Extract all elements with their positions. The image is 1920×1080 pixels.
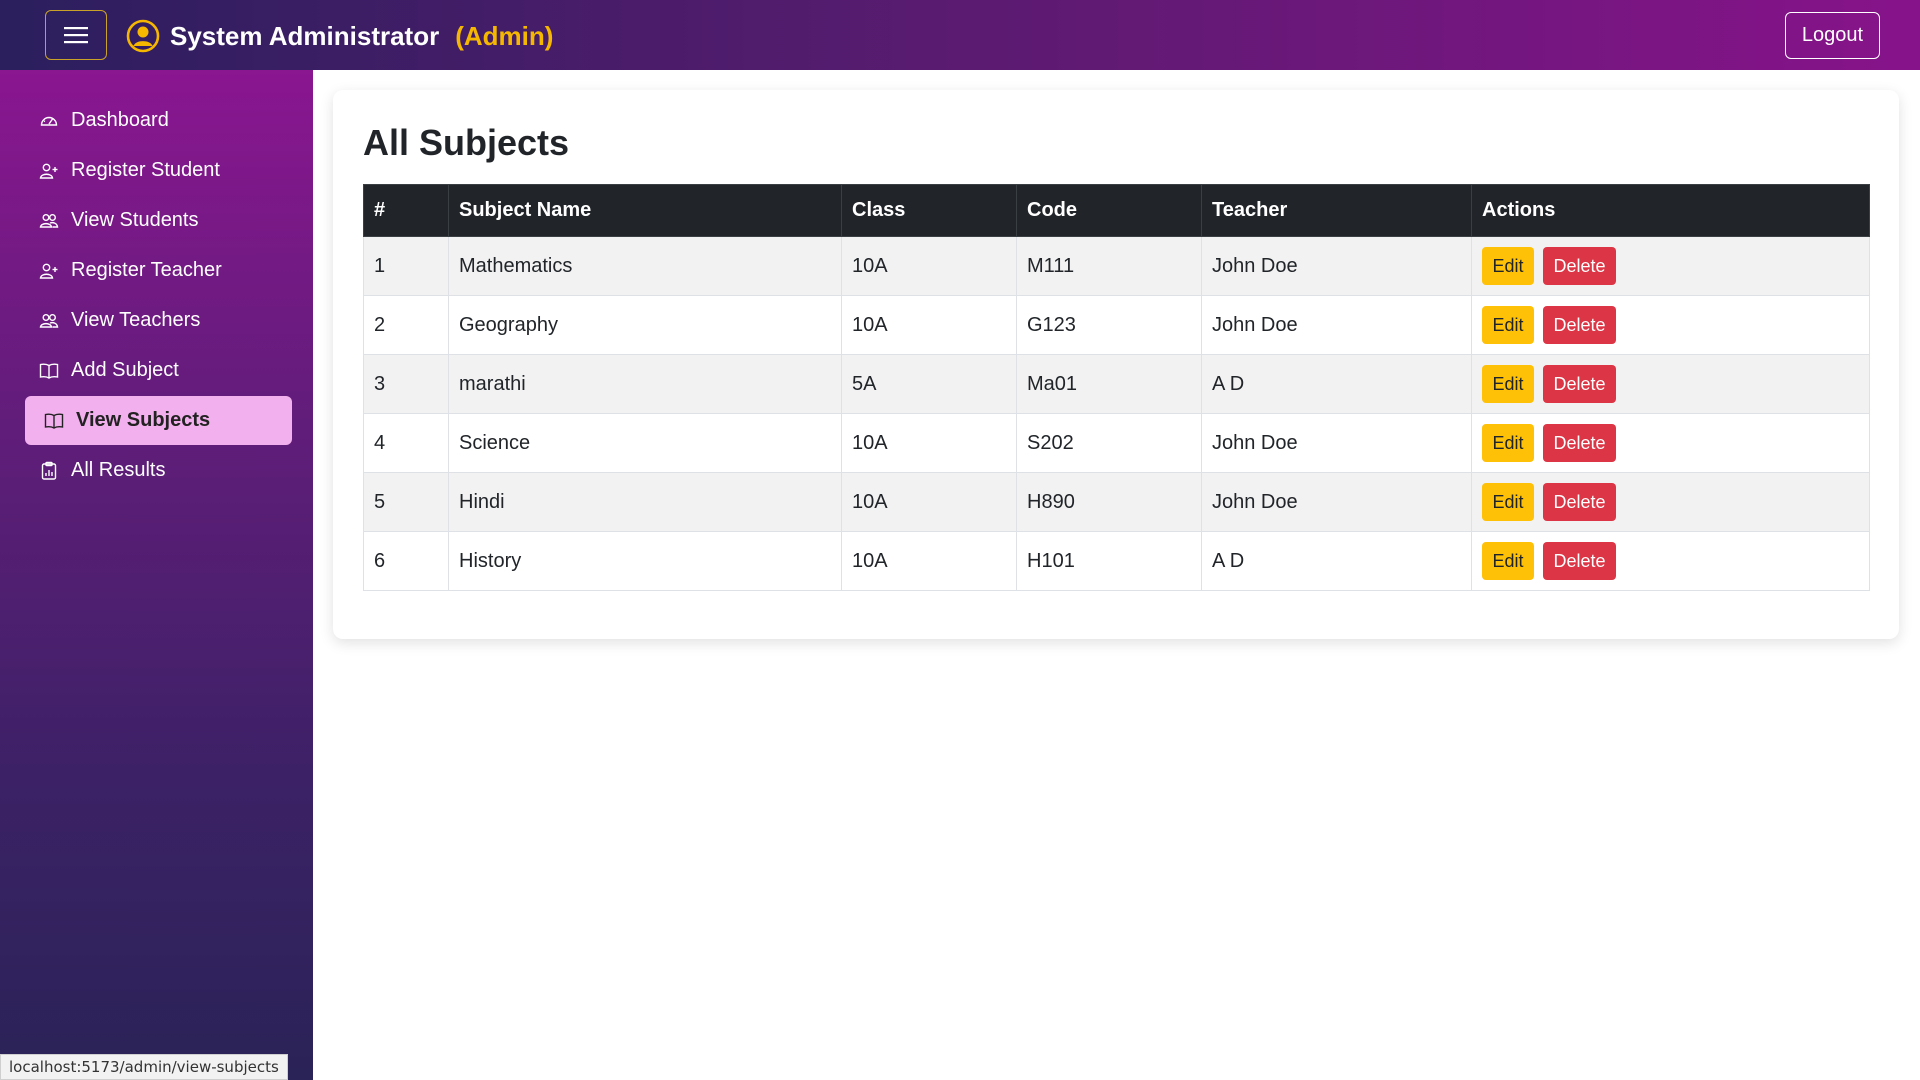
- cell-actions: Edit Delete: [1471, 531, 1870, 591]
- table-row: 5 Hindi 10A H890 John Doe Edit Delete: [363, 472, 1870, 532]
- cell-actions: Edit Delete: [1471, 354, 1870, 414]
- delete-button[interactable]: Delete: [1543, 365, 1616, 403]
- cell-class: 10A: [841, 236, 1017, 296]
- cell-actions: Edit Delete: [1471, 413, 1870, 473]
- table-row: 3 marathi 5A Ma01 A D Edit Delete: [363, 354, 1870, 414]
- edit-button[interactable]: Edit: [1482, 306, 1534, 344]
- cell-class: 10A: [841, 472, 1017, 532]
- cell-teacher: John Doe: [1201, 236, 1472, 296]
- table-row: 2 Geography 10A G123 John Doe Edit Delete: [363, 295, 1870, 355]
- cell-code: H101: [1016, 531, 1202, 591]
- sidebar-item-label: Register Teacher: [71, 259, 222, 281]
- sidebar-item-label: Add Subject: [71, 359, 179, 381]
- people-icon: [39, 313, 59, 328]
- cell-subject-name: History: [448, 531, 842, 591]
- cell-code: Ma01: [1016, 354, 1202, 414]
- cell-teacher: John Doe: [1201, 413, 1472, 473]
- user-circle-icon: [126, 19, 160, 53]
- sidebar-item-view-students[interactable]: View Students: [25, 196, 292, 245]
- cell-class: 10A: [841, 295, 1017, 355]
- brand: System Administrator (Admin): [126, 16, 553, 56]
- sidebar-item-register-student[interactable]: Register Student: [25, 146, 292, 195]
- edit-button[interactable]: Edit: [1482, 365, 1534, 403]
- cell-number: 4: [363, 413, 449, 473]
- sidebar-item-add-subject[interactable]: Add Subject: [25, 346, 292, 395]
- speedometer-icon: [40, 116, 58, 126]
- admin-name: System Administrator: [170, 20, 440, 51]
- table-row: 4 Science 10A S202 John Doe Edit Delete: [363, 413, 1870, 473]
- browser-status-url: localhost:5173/admin/view-subjects: [0, 1054, 288, 1080]
- cell-subject-name: Hindi: [448, 472, 842, 532]
- cell-subject-name: Geography: [448, 295, 842, 355]
- menu-toggle-button[interactable]: [45, 10, 107, 60]
- cell-code: G123: [1016, 295, 1202, 355]
- book-icon: [44, 413, 64, 429]
- cell-actions: Edit Delete: [1471, 295, 1870, 355]
- edit-button[interactable]: Edit: [1482, 247, 1534, 285]
- table-row: 6 History 10A H101 A D Edit Delete: [363, 531, 1870, 591]
- subjects-card: All Subjects # Subject Name Class Code T…: [333, 90, 1899, 639]
- delete-button[interactable]: Delete: [1543, 483, 1616, 521]
- cell-number: 1: [363, 236, 449, 296]
- person-plus-icon: [39, 263, 58, 279]
- sidebar-item-all-results[interactable]: All Results: [25, 446, 292, 495]
- admin-role: (Admin): [455, 20, 554, 51]
- column-header-class: Class: [841, 184, 1017, 237]
- table-header-row: # Subject Name Class Code Teacher Action…: [363, 184, 1870, 237]
- subjects-table: # Subject Name Class Code Teacher Action…: [363, 184, 1870, 591]
- cell-subject-name: Science: [448, 413, 842, 473]
- clipboard-data-icon: [41, 461, 57, 480]
- edit-button[interactable]: Edit: [1482, 542, 1534, 580]
- delete-button[interactable]: Delete: [1543, 247, 1616, 285]
- sidebar: Dashboard Register Student View Students…: [0, 70, 313, 1080]
- cell-class: 10A: [841, 531, 1017, 591]
- sidebar-item-register-teacher[interactable]: Register Teacher: [25, 246, 292, 295]
- column-header-actions: Actions: [1471, 184, 1870, 237]
- cell-number: 3: [363, 354, 449, 414]
- people-icon: [39, 213, 59, 228]
- column-header-code: Code: [1016, 184, 1202, 237]
- sidebar-item-label: Register Student: [71, 159, 220, 181]
- edit-button[interactable]: Edit: [1482, 483, 1534, 521]
- sidebar-item-label: All Results: [71, 459, 166, 481]
- sidebar-item-view-teachers[interactable]: View Teachers: [25, 296, 292, 345]
- cell-subject-name: marathi: [448, 354, 842, 414]
- cell-teacher: John Doe: [1201, 295, 1472, 355]
- book-icon: [39, 363, 59, 379]
- delete-button[interactable]: Delete: [1543, 424, 1616, 462]
- sidebar-item-label: View Students: [71, 209, 199, 231]
- page-title: All Subjects: [363, 122, 570, 163]
- sidebar-item-label: Dashboard: [71, 109, 169, 131]
- cell-code: S202: [1016, 413, 1202, 473]
- edit-button[interactable]: Edit: [1482, 424, 1534, 462]
- cell-teacher: A D: [1201, 354, 1472, 414]
- cell-number: 2: [363, 295, 449, 355]
- top-navbar: System Administrator (Admin) Logout: [0, 0, 1920, 70]
- logout-button[interactable]: Logout: [1785, 12, 1880, 59]
- table-row: 1 Mathematics 10A M111 John Doe Edit Dele…: [363, 236, 1870, 296]
- cell-class: 5A: [841, 354, 1017, 414]
- sidebar-item-label: View Teachers: [71, 309, 201, 331]
- person-plus-icon: [39, 163, 58, 179]
- sidebar-item-label: View Subjects: [76, 409, 211, 431]
- delete-button[interactable]: Delete: [1543, 542, 1616, 580]
- column-header-subject-name: Subject Name: [448, 184, 842, 237]
- cell-code: H890: [1016, 472, 1202, 532]
- delete-button[interactable]: Delete: [1543, 306, 1616, 344]
- cell-teacher: John Doe: [1201, 472, 1472, 532]
- cell-number: 6: [363, 531, 449, 591]
- cell-actions: Edit Delete: [1471, 472, 1870, 532]
- cell-number: 5: [363, 472, 449, 532]
- hamburger-icon: [64, 27, 88, 44]
- cell-actions: Edit Delete: [1471, 236, 1870, 296]
- column-header-teacher: Teacher: [1201, 184, 1472, 237]
- cell-class: 10A: [841, 413, 1017, 473]
- column-header-number: #: [363, 184, 449, 237]
- sidebar-item-dashboard[interactable]: Dashboard: [25, 96, 292, 145]
- sidebar-item-view-subjects[interactable]: View Subjects: [25, 396, 292, 445]
- cell-subject-name: Mathematics: [448, 236, 842, 296]
- cell-code: M111: [1016, 236, 1202, 296]
- cell-teacher: A D: [1201, 531, 1472, 591]
